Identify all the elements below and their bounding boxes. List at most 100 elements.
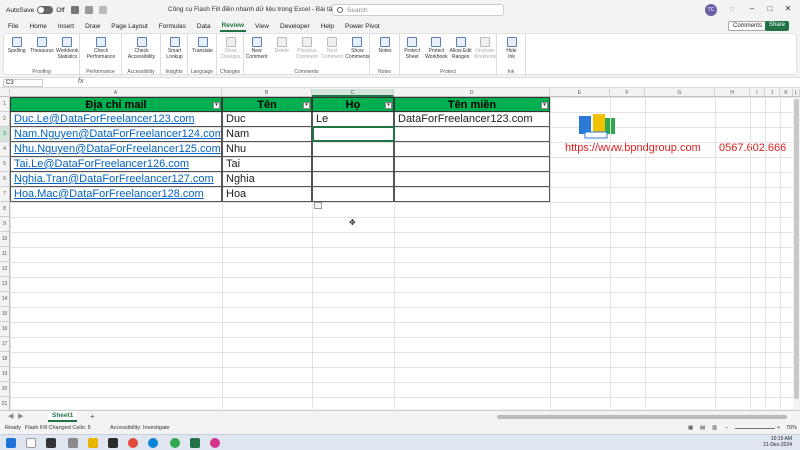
email-cell[interactable]: Hoa.Mac@DataForFreelancer128.com — [10, 187, 222, 202]
zoom-slider[interactable] — [735, 428, 775, 429]
undo-icon[interactable] — [84, 6, 93, 14]
table-cell[interactable] — [394, 187, 550, 202]
sheet-nav-left-icon[interactable]: ◀ — [8, 412, 13, 420]
search-taskbar-icon[interactable] — [26, 438, 36, 448]
table-header-cell[interactable]: Tên miền ▾ — [394, 97, 550, 112]
horizontal-scroll-thumb[interactable] — [497, 415, 787, 419]
column-header-k[interactable]: K — [780, 89, 793, 97]
column-header-b[interactable]: B — [222, 89, 312, 97]
table-header-cell[interactable]: Họ ▾ — [312, 97, 394, 112]
edge-icon[interactable] — [148, 438, 158, 448]
protect-workbook-button[interactable]: Protect Workbook — [424, 37, 448, 60]
status-accessibility[interactable]: Accessibility: Investigate — [110, 425, 170, 431]
spelling-button[interactable]: Spelling — [4, 37, 29, 55]
row-header-12[interactable]: 12 — [0, 262, 10, 277]
table-cell[interactable] — [312, 142, 394, 157]
table-cell[interactable]: DataForFreelancer123.com — [394, 112, 550, 127]
column-header-a[interactable]: A — [10, 89, 222, 97]
chrome-icon[interactable] — [128, 438, 138, 448]
zoom-level[interactable]: 70% — [786, 425, 797, 431]
smart-lookup-button[interactable]: Smart Lookup — [161, 37, 188, 60]
sheet-tab-sheet1[interactable]: Sheet1 — [48, 411, 78, 422]
column-header-j[interactable]: J — [765, 89, 780, 97]
redo-icon[interactable] — [98, 6, 107, 14]
column-header-f[interactable]: F — [610, 89, 645, 97]
table-cell[interactable]: Duc — [222, 112, 312, 127]
email-cell[interactable]: Nhu.Nguyen@DataForFreelancer125.com — [10, 142, 222, 157]
tab-developer[interactable]: Developer — [278, 22, 312, 31]
avatar[interactable]: TC — [705, 4, 717, 16]
row-header-1[interactable]: 1 — [0, 97, 10, 112]
email-cell[interactable]: Duc.Le@DataForFreelancer123.com — [10, 112, 222, 127]
filter-dropdown-icon[interactable]: ▾ — [385, 102, 392, 109]
vertical-scroll-thumb[interactable] — [794, 99, 799, 399]
vertical-scrollbar[interactable] — [793, 97, 800, 409]
row-header-3[interactable]: 3 — [0, 127, 10, 142]
zoom-out-icon[interactable]: – — [725, 425, 728, 431]
check-performance-button[interactable]: Check Performance — [80, 37, 122, 60]
row-header-20[interactable]: 20 — [0, 382, 10, 397]
comments-button[interactable]: Comments — [728, 21, 768, 31]
tab-formulas[interactable]: Formulas — [157, 22, 188, 31]
show-changes-button[interactable]: Show Changes — [217, 37, 244, 60]
column-header-d[interactable]: D — [394, 89, 550, 97]
hide-ink-button[interactable]: Hide Ink — [497, 37, 526, 60]
tab-power-pivot[interactable]: Power Pivot — [343, 22, 382, 31]
add-sheet-button[interactable]: + — [90, 412, 95, 421]
protect-sheet-button[interactable]: Protect Sheet — [400, 37, 424, 60]
row-header-9[interactable]: 9 — [0, 217, 10, 232]
table-cell[interactable]: Le — [312, 112, 394, 127]
system-clock[interactable]: 10:15 AM 21-Dec-2024 — [763, 436, 792, 448]
app-icon[interactable] — [210, 438, 220, 448]
column-header-i[interactable]: I — [750, 89, 765, 97]
tab-help[interactable]: Help — [319, 22, 336, 31]
row-header-6[interactable]: 6 — [0, 172, 10, 187]
row-header-11[interactable]: 11 — [0, 247, 10, 262]
unshare-workbook-button[interactable]: Unshare Workbook — [473, 37, 497, 60]
tab-view[interactable]: View — [253, 22, 271, 31]
worksheet-grid[interactable]: https://www.bpndgroup.com 0567.602.666 ✥… — [10, 97, 795, 409]
zoom-in-icon[interactable]: + — [777, 425, 780, 431]
email-cell[interactable]: Tai.Le@DataForFreelancer126.com — [10, 157, 222, 172]
search-box[interactable]: Search — [332, 4, 504, 16]
table-cell[interactable] — [394, 127, 550, 142]
column-header-e[interactable]: E — [550, 89, 610, 97]
fx-icon[interactable]: fx — [78, 78, 83, 85]
table-header-cell[interactable]: Tên ▾ — [222, 97, 312, 112]
row-header-10[interactable]: 10 — [0, 232, 10, 247]
table-cell[interactable] — [394, 172, 550, 187]
previous-comment-button[interactable]: Previous Comment — [294, 37, 319, 60]
translate-button[interactable]: Translate — [188, 37, 217, 55]
close-icon[interactable]: ✕ — [783, 4, 793, 14]
autosave-toggle[interactable] — [37, 6, 54, 14]
column-header-g[interactable]: G — [645, 89, 715, 97]
sheet-nav-right-icon[interactable]: ▶ — [18, 412, 23, 420]
table-cell[interactable]: Hoa — [222, 187, 312, 202]
row-header-4[interactable]: 4 — [0, 142, 10, 157]
excel-icon[interactable] — [190, 438, 200, 448]
show-comments-button[interactable]: Show Comments — [345, 37, 370, 60]
store-icon[interactable] — [108, 438, 118, 448]
row-header-13[interactable]: 13 — [0, 277, 10, 292]
table-cell[interactable] — [394, 157, 550, 172]
row-header-7[interactable]: 7 — [0, 187, 10, 202]
table-header-cell[interactable]: Địa chỉ mail ▾ — [10, 97, 222, 112]
table-cell[interactable] — [312, 157, 394, 172]
email-cell[interactable]: Nam.Nguyen@DataForFreelancer124.com — [10, 127, 222, 142]
table-cell[interactable] — [312, 172, 394, 187]
normal-view-icon[interactable]: ▦ — [688, 425, 693, 431]
file-explorer-icon[interactable] — [88, 438, 98, 448]
thesaurus-button[interactable]: Thesaurus — [29, 37, 54, 55]
save-icon[interactable] — [70, 6, 79, 14]
table-cell[interactable] — [312, 187, 394, 202]
tab-file[interactable]: File — [6, 22, 20, 31]
row-header-19[interactable]: 19 — [0, 367, 10, 382]
table-cell[interactable]: Tai — [222, 157, 312, 172]
tab-data[interactable]: Data — [195, 22, 213, 31]
column-header-c[interactable]: C — [312, 89, 394, 97]
workbook-statistics-button[interactable]: Workbook Statistics — [55, 37, 80, 60]
column-header-l[interactable]: L — [793, 89, 800, 97]
page-layout-icon[interactable]: ▤ — [700, 425, 705, 431]
filter-dropdown-icon[interactable]: ▾ — [541, 102, 548, 109]
row-header-17[interactable]: 17 — [0, 337, 10, 352]
